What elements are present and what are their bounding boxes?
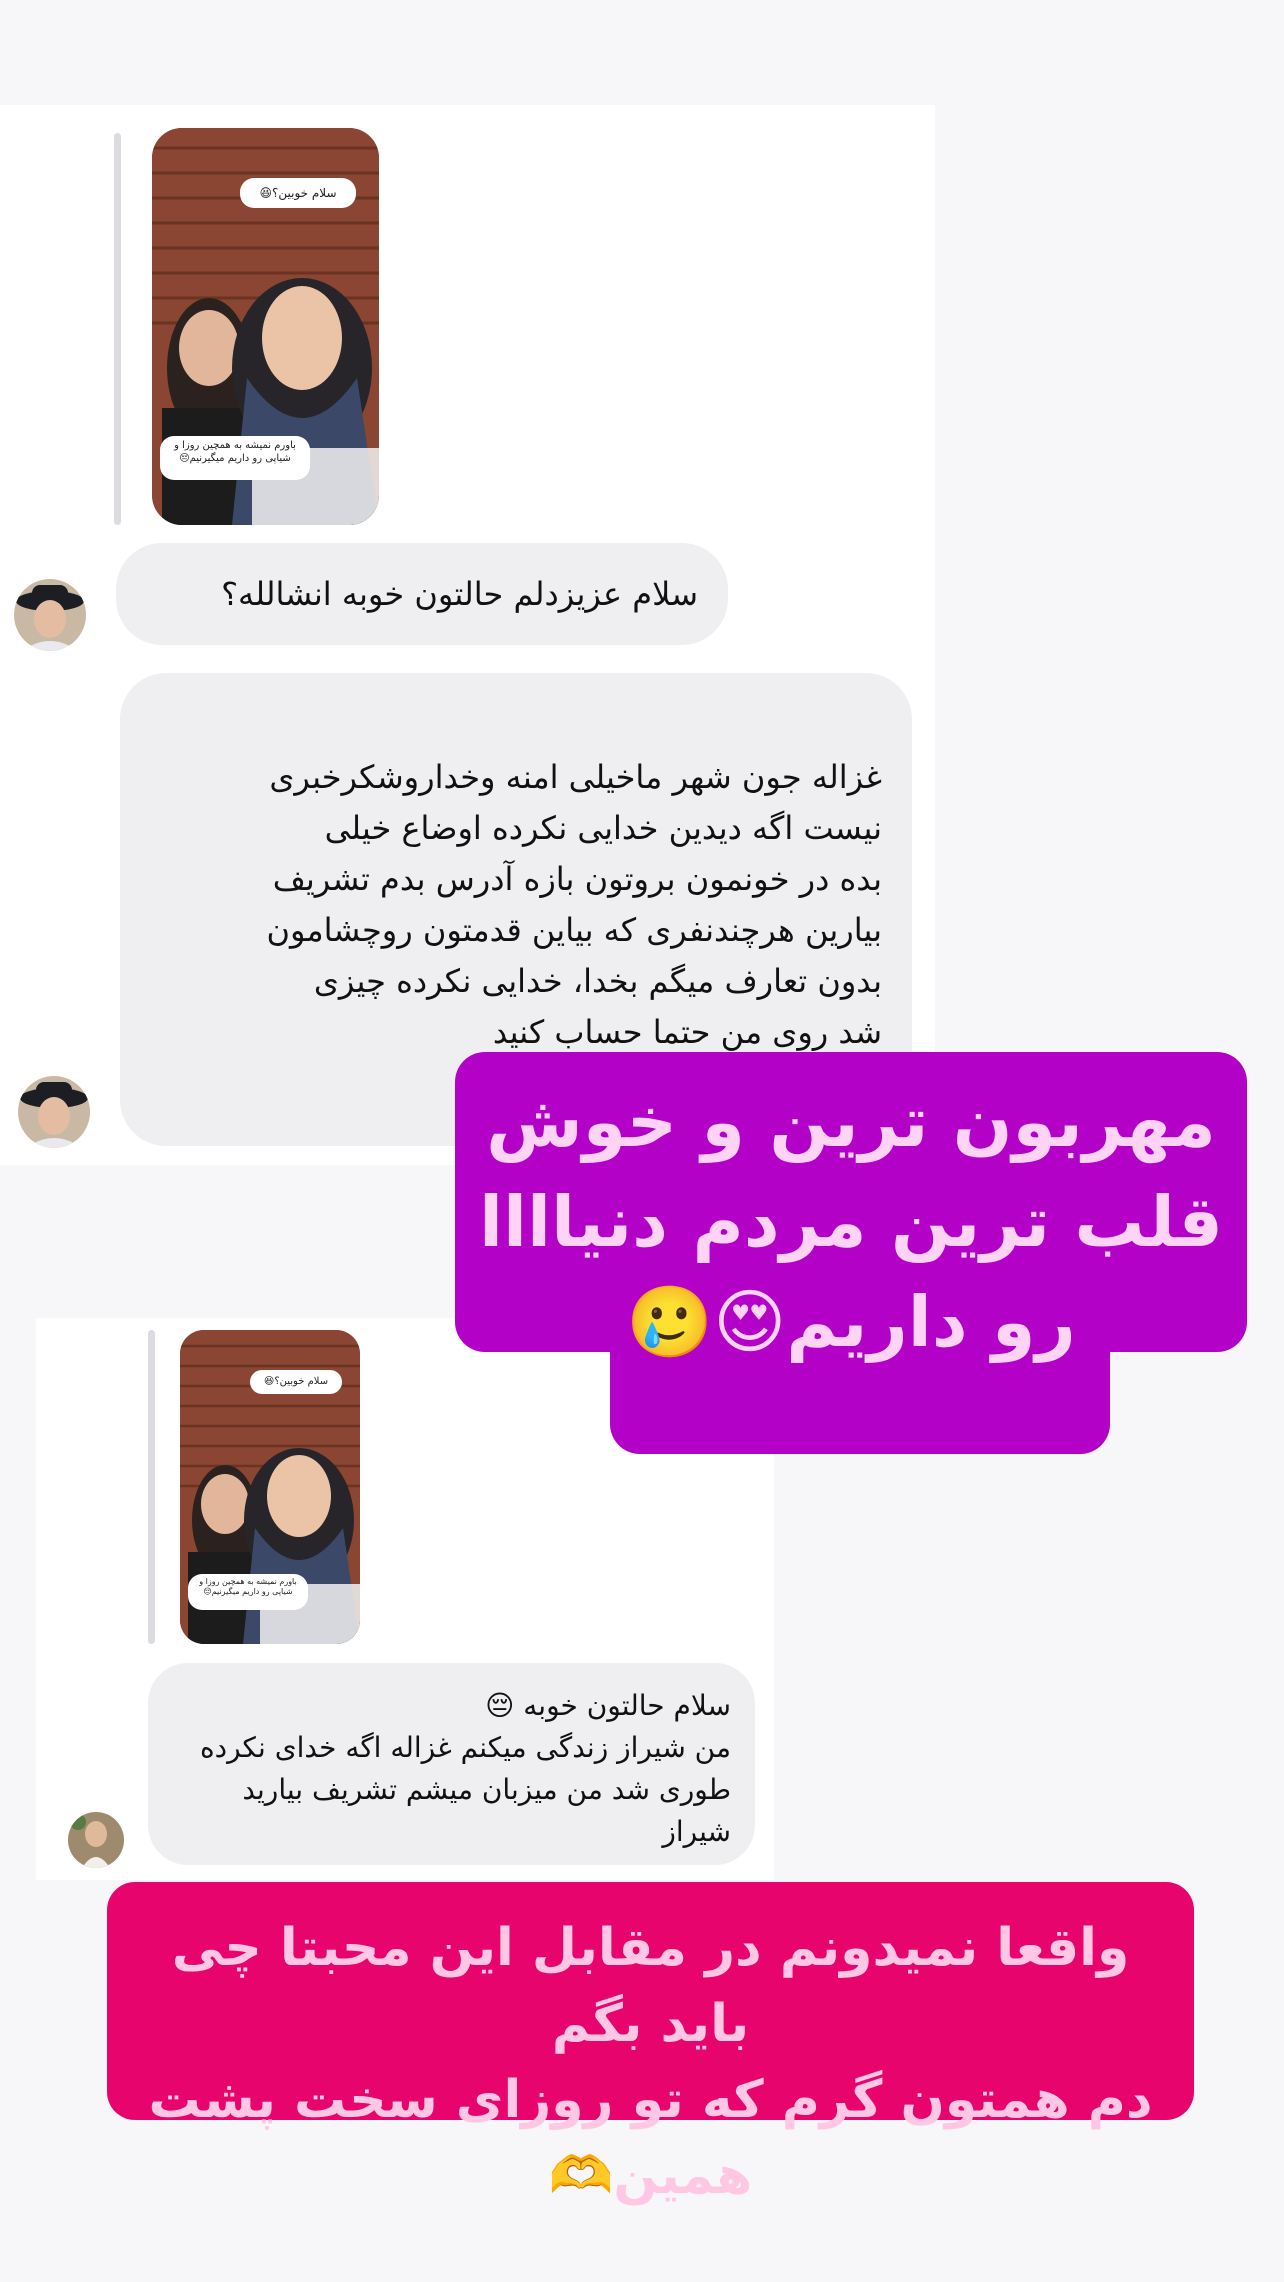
story-reply-thumbnail-2[interactable]: سلام خوبین؟😆 باورم نمیشه به همچین روزا و…	[180, 1330, 360, 1644]
story-sticker-question-2: سلام خوبین؟😆	[250, 1370, 342, 1394]
story-caption-purple: مهربون ترین و خوش قلب ترین مردم دنیاااا …	[455, 1052, 1247, 1454]
message-bubble-shiraz[interactable]: سلام حالتون خوبه 😔 من شیراز زندگی میکنم …	[148, 1663, 755, 1865]
story-sticker-caption: باورم نمیشه به همچین روزا و شیاپی رو دار…	[160, 436, 310, 480]
message-bubble-greeting[interactable]: سلام عزیزدلم حالتون خوبه انشالله؟	[116, 543, 728, 645]
story-sticker-caption-2: باورم نمیشه به همچین روزا و شیاپی رو دار…	[188, 1574, 308, 1610]
message-offer-text: غزاله جون شهر ماخیلی امنه وخداروشکرخبری …	[266, 758, 883, 1051]
story-reply-line-1	[114, 133, 121, 525]
sender-avatar-2[interactable]	[18, 1076, 90, 1148]
caption-purple-text: مهربون ترین و خوش قلب ترین مردم دنیاااا …	[479, 1081, 1223, 1363]
sender-avatar-3[interactable]	[68, 1812, 124, 1868]
story-reply-thumbnail-1[interactable]: سلام خوبین؟😆 باورم نمیشه به همچین روزا و…	[152, 128, 379, 525]
sender-avatar-1[interactable]	[14, 579, 86, 651]
story-sticker-question: سلام خوبین؟😆	[240, 178, 356, 208]
story-reply-line-2	[148, 1330, 155, 1644]
story-caption-pink: واقعا نمیدونم در مقابل این محبتا چی باید…	[107, 1882, 1194, 2206]
